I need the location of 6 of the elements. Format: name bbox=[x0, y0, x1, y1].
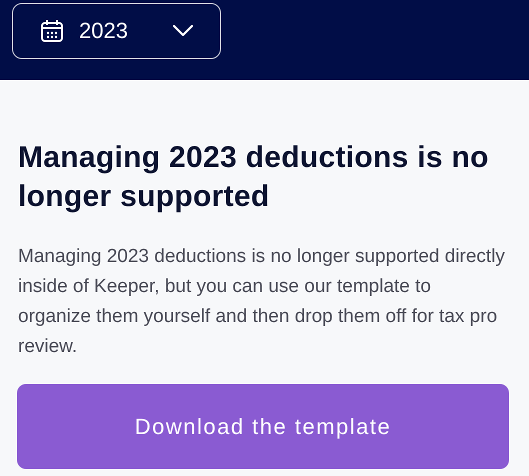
calendar-icon bbox=[39, 18, 65, 44]
heading: Managing 2023 deductions is no longer supported bbox=[18, 140, 490, 215]
download-button[interactable]: Download the template bbox=[17, 384, 509, 469]
chevron-down-icon bbox=[172, 24, 194, 38]
message-text: Managing 2023 deductions is no longer supported directly inside of Keeper, but you can use our template to organize them yourself and then drop them off for tax pro review. bbox=[18, 245, 506, 359]
year-dropdown[interactable]: 2023 bbox=[12, 3, 221, 59]
